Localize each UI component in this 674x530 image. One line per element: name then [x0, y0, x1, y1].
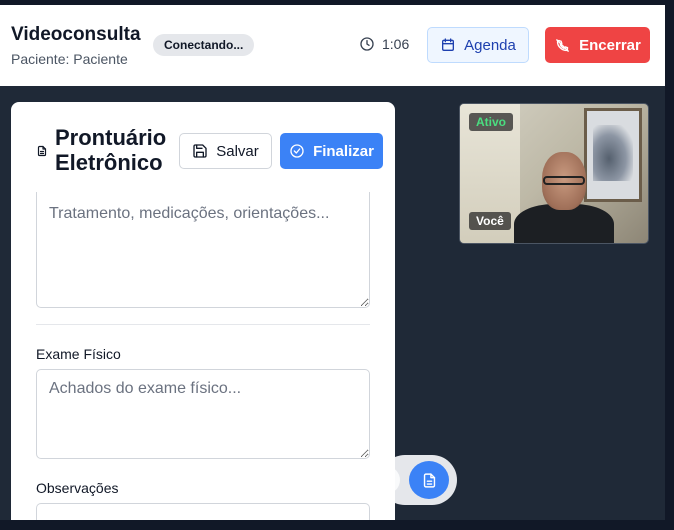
phone-off-icon	[554, 37, 571, 54]
calendar-icon	[440, 37, 456, 53]
finish-label: Finalizar	[313, 142, 374, 160]
save-icon	[192, 143, 208, 159]
exam-label: Exame Físico	[36, 346, 121, 362]
video-person-glasses	[543, 176, 585, 185]
end-call-label: Encerrar	[579, 36, 641, 54]
observations-label: Observações	[36, 480, 119, 496]
clock-icon	[359, 36, 375, 52]
treatment-field[interactable]	[36, 192, 370, 308]
record-title: Prontuário Eletrônico	[55, 125, 167, 175]
agenda-button[interactable]: Agenda	[427, 27, 529, 63]
active-tag: Ativo	[469, 113, 513, 131]
self-video-tile[interactable]: Ativo Você	[459, 103, 649, 244]
end-call-button[interactable]: Encerrar	[545, 27, 650, 63]
window-bottom-edge	[0, 520, 674, 530]
timer-value: 1:06	[382, 36, 410, 52]
call-timer: 1:06	[359, 36, 409, 52]
file-text-icon	[421, 472, 438, 489]
patient-label: Paciente: Paciente	[11, 51, 128, 67]
window-right-edge	[665, 0, 674, 530]
save-button[interactable]: Salvar	[179, 133, 272, 169]
record-toggle-button[interactable]	[409, 461, 449, 499]
page-title: Videoconsulta	[11, 24, 141, 45]
video-person-body	[514, 204, 614, 243]
video-wall-picture	[584, 108, 642, 202]
self-tag: Você	[469, 212, 511, 230]
agenda-label: Agenda	[464, 36, 516, 54]
check-circle-icon	[289, 143, 305, 159]
physical-exam-field[interactable]	[36, 369, 370, 459]
status-badge: Conectando...	[153, 34, 255, 56]
section-divider	[36, 324, 370, 325]
finish-button[interactable]: Finalizar	[280, 133, 383, 169]
medical-record-panel: Prontuário Eletrônico Salvar Finalizar E…	[11, 102, 395, 520]
file-text-icon	[36, 145, 48, 157]
save-label: Salvar	[216, 142, 259, 160]
observations-field[interactable]	[36, 503, 370, 520]
